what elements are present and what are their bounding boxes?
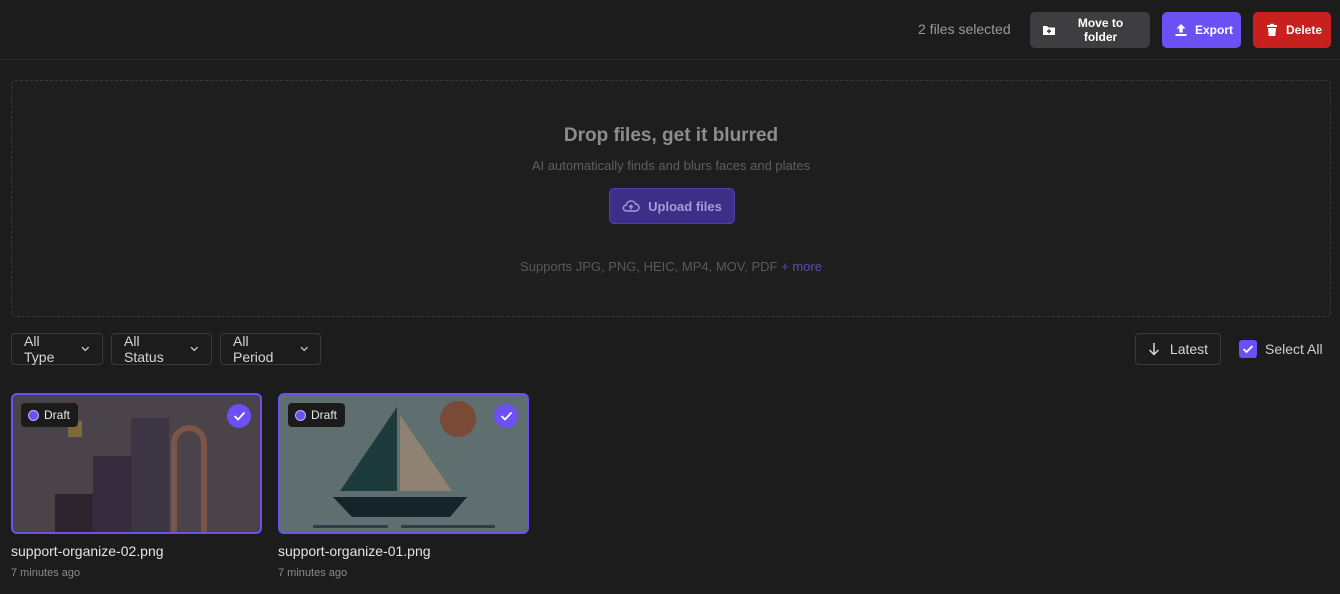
status-badge: Draft — [21, 403, 79, 427]
top-toolbar: 2 files selected Move to folder Export D… — [0, 0, 1340, 60]
select-all-toggle[interactable]: Select All — [1239, 340, 1323, 358]
status-badge: Draft — [288, 403, 346, 427]
file-name[interactable]: support-organize-02.png — [11, 543, 164, 559]
type-filter-dropdown[interactable]: All Type — [11, 333, 103, 365]
file-time: 7 minutes ago — [278, 567, 348, 579]
supported-formats: Supports JPG, PNG, HEIC, MP4, MOV, PDF +… — [12, 259, 1330, 274]
sort-label: Latest — [1169, 341, 1209, 357]
dropzone-title: Drop files, get it blurred — [563, 125, 779, 146]
sort-button[interactable]: Latest — [1135, 333, 1221, 365]
status-label: Draft — [311, 408, 338, 422]
card-select-checkbox[interactable] — [227, 404, 251, 428]
period-filter-dropdown[interactable]: All Period — [220, 333, 321, 365]
select-all-label: Select All — [1265, 341, 1323, 357]
chevron-down-icon — [300, 346, 308, 352]
move-to-folder-label: Move to folder — [1077, 16, 1124, 44]
export-button[interactable]: Export — [1162, 12, 1241, 48]
supported-formats-text: Supports JPG, PNG, HEIC, MP4, MOV, PDF — [520, 259, 778, 274]
chevron-down-icon — [81, 346, 90, 352]
check-icon — [233, 411, 245, 421]
card-select-checkbox[interactable] — [494, 404, 518, 428]
upload-files-label: Upload files — [648, 198, 722, 214]
delete-button[interactable]: Delete — [1253, 12, 1331, 48]
export-label: Export — [1195, 23, 1234, 37]
check-icon — [500, 411, 512, 421]
upload-icon — [1175, 24, 1187, 36]
folder-plus-icon — [1043, 26, 1055, 35]
period-filter-label: All Period — [233, 333, 274, 365]
status-filter-dropdown[interactable]: All Status — [111, 333, 212, 365]
chevron-down-icon — [190, 346, 199, 352]
selection-count: 2 files selected — [918, 21, 1011, 37]
upload-files-button[interactable]: Upload files — [609, 188, 735, 224]
check-icon — [1242, 345, 1254, 354]
move-to-folder-button[interactable]: Move to folder — [1030, 12, 1150, 48]
status-label: Draft — [44, 408, 71, 422]
file-name[interactable]: support-organize-01.png — [278, 543, 431, 559]
file-card-thumbnail[interactable]: Draft — [278, 393, 529, 534]
type-filter-label: All Type — [24, 333, 55, 365]
arrow-down-icon — [1148, 343, 1159, 356]
delete-label: Delete — [1286, 23, 1323, 37]
file-card-thumbnail[interactable]: Draft — [11, 393, 262, 534]
more-formats-link[interactable]: + more — [781, 259, 822, 274]
trash-icon — [1267, 23, 1277, 36]
status-dot — [28, 409, 39, 421]
file-dropzone[interactable]: Drop files, get it blurred AI automatica… — [11, 80, 1331, 317]
dropzone-subtitle: AI automatically finds and blurs faces a… — [531, 158, 811, 173]
status-filter-label: All Status — [124, 333, 164, 365]
file-time: 7 minutes ago — [11, 567, 81, 579]
cloud-upload-icon — [622, 200, 640, 212]
select-all-checkbox[interactable] — [1239, 340, 1257, 358]
status-dot — [295, 409, 306, 421]
